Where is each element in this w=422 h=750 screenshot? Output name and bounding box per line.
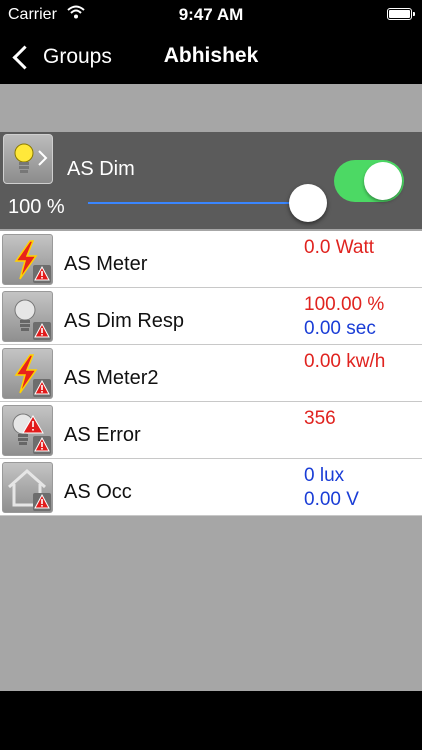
device-value: 100.00 %: [304, 294, 385, 315]
dimmer-detail-button[interactable]: [3, 134, 53, 184]
device-secondary-value: 0.00 V: [304, 489, 359, 510]
device-name: AS Meter: [64, 253, 148, 275]
device-secondary-value: 0.00 sec: [304, 318, 376, 339]
bottom-toolbar: [0, 691, 422, 750]
status-bar: Carrier 9:47 AM: [0, 0, 422, 30]
warning-icon: [33, 379, 51, 397]
dimmer-percent: 100 %: [8, 196, 65, 218]
warning-icon: [33, 493, 51, 511]
device-value: 0.00 kw/h: [304, 351, 386, 372]
chevron-right-icon: [37, 147, 49, 174]
warning-icon: [33, 436, 51, 454]
warning-icon: [33, 322, 51, 340]
device-row-as-error[interactable]: AS Error 356: [0, 402, 422, 459]
device-row-as-dim-resp[interactable]: AS Dim Resp 100.00 % 0.00 sec: [0, 288, 422, 345]
lightning-icon: [2, 348, 53, 399]
dimmer-power-toggle[interactable]: [334, 160, 404, 202]
header-spacer: [0, 84, 422, 132]
device-name: AS Occ: [64, 481, 132, 503]
dimmer-control: AS Dim 100 %: [0, 132, 422, 229]
device-name: AS Error: [64, 424, 141, 446]
navigation-bar: Groups Abhishek: [0, 30, 422, 84]
device-name: AS Dim Resp: [64, 310, 185, 332]
dimmer-slider-track[interactable]: [88, 202, 308, 204]
bulb-icon: [2, 291, 53, 342]
lightning-icon: [2, 234, 53, 285]
device-list: AS Meter 0.0 Watt AS Dim Resp 100.00 % 0…: [0, 231, 422, 516]
battery-icon: [387, 8, 415, 20]
device-row-as-meter2[interactable]: AS Meter2 0.00 kw/h: [0, 345, 422, 402]
clock: 9:47 AM: [178, 5, 244, 24]
bulb-error-icon: [2, 405, 53, 456]
dimmer-name: AS Dim: [67, 158, 135, 180]
toggle-knob: [364, 162, 402, 200]
house-occupancy-icon: [2, 462, 53, 513]
device-row-as-occ[interactable]: AS Occ 0 lux 0.00 V: [0, 459, 422, 516]
page-title: Abhishek: [163, 44, 259, 67]
device-value: 0.0 Watt: [304, 237, 375, 258]
device-value: 356: [304, 408, 336, 429]
device-value: 0 lux: [304, 465, 345, 486]
device-name: AS Meter2: [64, 367, 159, 389]
device-row-as-meter[interactable]: AS Meter 0.0 Watt: [0, 231, 422, 288]
warning-icon: [33, 265, 51, 283]
dimmer-slider-thumb[interactable]: [289, 184, 327, 222]
